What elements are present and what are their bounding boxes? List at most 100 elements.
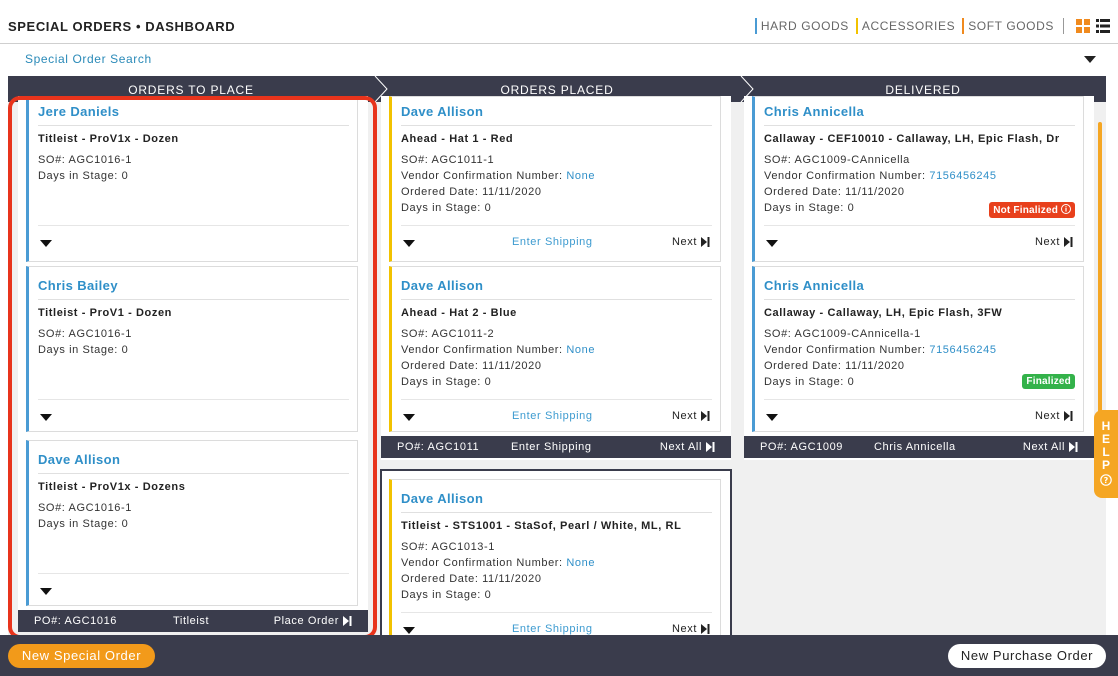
days-in-stage: Days in Stage: 0 (38, 344, 129, 356)
expand-caret-icon[interactable] (403, 627, 415, 634)
skip-next-icon (701, 237, 710, 248)
expand-caret-icon[interactable] (40, 240, 52, 247)
help-letter: P (1101, 458, 1110, 472)
page-title: SPECIAL ORDERS • DASHBOARD (8, 19, 236, 34)
enter-shipping-all-link[interactable]: Enter Shipping (511, 441, 592, 453)
customer-name[interactable]: Dave Allison (38, 452, 120, 467)
days-in-stage: Days in Stage: 0 (401, 589, 492, 601)
vcn-value-link[interactable]: None (566, 344, 595, 356)
vcn-label: Vendor Confirmation Number: (764, 344, 926, 356)
next-button[interactable]: Next (1035, 236, 1073, 248)
divider (401, 225, 712, 226)
next-all-button[interactable]: Next All (660, 441, 715, 453)
order-card[interactable]: Jere Daniels Titleist - ProV1x - Dozen S… (26, 96, 358, 262)
help-tab[interactable]: H E L P ? (1094, 410, 1118, 498)
expand-caret-icon[interactable] (403, 414, 415, 421)
divider (764, 125, 1075, 126)
po-group-agc1016: Jere Daniels Titleist - ProV1x - Dozen S… (18, 96, 368, 632)
order-card[interactable]: Dave Allison Ahead - Hat 2 - Blue SO#: A… (389, 266, 721, 432)
divider (764, 299, 1075, 300)
svg-text:?: ? (1104, 476, 1109, 485)
enter-shipping-link[interactable]: Enter Shipping (512, 623, 593, 635)
search-label[interactable]: Special Order Search (25, 52, 152, 66)
expand-caret-icon[interactable] (40, 414, 52, 421)
so-number: SO#: AGC1009-CAnnicella (764, 154, 910, 166)
customer-name[interactable]: Jere Daniels (38, 104, 119, 119)
status-badge-label: Not Finalized (993, 205, 1059, 216)
next-button[interactable]: Next (672, 236, 710, 248)
order-card[interactable]: Chris Annicella Callaway - Callaway, LH,… (752, 266, 1084, 432)
next-button[interactable]: Next (672, 410, 710, 422)
enter-shipping-link[interactable]: Enter Shipping (512, 236, 593, 248)
customer-name[interactable]: Chris Bailey (38, 278, 118, 293)
expand-caret-icon[interactable] (766, 414, 778, 421)
so-number: SO#: AGC1011-1 (401, 154, 495, 166)
divider (38, 299, 349, 300)
so-number: SO#: AGC1016-1 (38, 328, 133, 340)
expand-caret-icon[interactable] (40, 588, 52, 595)
vcn-value-link[interactable]: None (566, 557, 595, 569)
column-orders-to-place: ORDERS TO PLACE (128, 83, 254, 97)
days-in-stage: Days in Stage: 0 (764, 202, 855, 214)
column-orders-placed: ORDERS PLACED (500, 83, 614, 97)
skip-next-icon (343, 616, 352, 627)
status-badge[interactable]: Not Finalized (989, 202, 1075, 218)
skip-next-icon (701, 411, 710, 422)
ordered-date: Ordered Date: 11/11/2020 (401, 573, 542, 585)
divider (401, 612, 712, 613)
next-button[interactable]: Next (672, 623, 710, 635)
chevron-down-icon[interactable] (1084, 56, 1096, 63)
product-name: Callaway - CEF10010 - Callaway, LH, Epic… (764, 133, 1060, 145)
expand-caret-icon[interactable] (403, 240, 415, 247)
category-filter: HARD GOODS ACCESSORIES SOFT GOODS (752, 18, 1110, 34)
bottom-bar: New Special Order New Purchase Order (0, 635, 1118, 676)
status-badge[interactable]: Finalized (1022, 374, 1075, 389)
order-card[interactable]: Dave Allison Ahead - Hat 1 - Red SO#: AG… (389, 96, 721, 262)
order-card[interactable]: Dave Allison Titleist - STS1001 - StaSof… (389, 479, 721, 635)
so-number: SO#: AGC1013-1 (401, 541, 496, 553)
days-in-stage: Days in Stage: 0 (38, 518, 129, 530)
vendor-confirmation: Vendor Confirmation Number: None (401, 170, 595, 182)
customer-name[interactable]: Dave Allison (401, 491, 483, 506)
next-button[interactable]: Next (1035, 410, 1073, 422)
customer-name[interactable]: Chris Annicella (764, 278, 864, 293)
order-card[interactable]: Chris Annicella Callaway - CEF10010 - Ca… (752, 96, 1084, 262)
customer-name[interactable]: Dave Allison (401, 104, 483, 119)
po-number: PO#: AGC1016 (34, 615, 118, 627)
divider (38, 399, 349, 400)
vcn-label: Vendor Confirmation Number: (401, 170, 563, 182)
vcn-value-link[interactable]: 7156456245 (929, 170, 996, 182)
special-order-search[interactable]: Special Order Search (8, 44, 1106, 76)
customer-name: Chris Annicella (874, 441, 956, 453)
category-soft-goods[interactable]: SOFT GOODS (962, 18, 1058, 34)
customer-name[interactable]: Dave Allison (401, 278, 483, 293)
list-view-icon[interactable] (1096, 19, 1110, 33)
next-all-button[interactable]: Next All (1023, 441, 1078, 453)
grid-view-icon[interactable] (1076, 19, 1090, 33)
vendor-confirmation: Vendor Confirmation Number: 7156456245 (764, 170, 997, 182)
place-order-button[interactable]: Place Order (274, 615, 352, 627)
vcn-label: Vendor Confirmation Number: (401, 344, 563, 356)
enter-shipping-link[interactable]: Enter Shipping (512, 410, 593, 422)
order-card[interactable]: Dave Allison Titleist - ProV1x - Dozens … (26, 440, 358, 606)
skip-next-icon (1064, 411, 1073, 422)
vcn-label: Vendor Confirmation Number: (764, 170, 926, 182)
so-number: SO#: AGC1009-CAnnicella-1 (764, 328, 921, 340)
expand-caret-icon[interactable] (766, 240, 778, 247)
customer-name[interactable]: Chris Annicella (764, 104, 864, 119)
new-special-order-button[interactable]: New Special Order (8, 644, 155, 668)
scrollbar[interactable] (1098, 122, 1102, 452)
category-hard-goods[interactable]: HARD GOODS (754, 18, 853, 34)
vcn-value-link[interactable]: 7156456245 (929, 344, 996, 356)
vcn-value-link[interactable]: None (566, 170, 595, 182)
vendor-confirmation: Vendor Confirmation Number: None (401, 344, 595, 356)
skip-next-icon (1064, 237, 1073, 248)
so-number: SO#: AGC1016-1 (38, 502, 133, 514)
product-name: Titleist - STS1001 - StaSof, Pearl / Whi… (401, 520, 682, 532)
days-in-stage: Days in Stage: 0 (401, 202, 492, 214)
new-purchase-order-button[interactable]: New Purchase Order (948, 644, 1106, 668)
order-card[interactable]: Chris Bailey Titleist - ProV1 - Dozen SO… (26, 266, 358, 432)
vendor-name: Titleist (173, 615, 210, 627)
product-name: Titleist - ProV1x - Dozen (38, 133, 179, 145)
category-accessories[interactable]: ACCESSORIES (855, 18, 959, 34)
